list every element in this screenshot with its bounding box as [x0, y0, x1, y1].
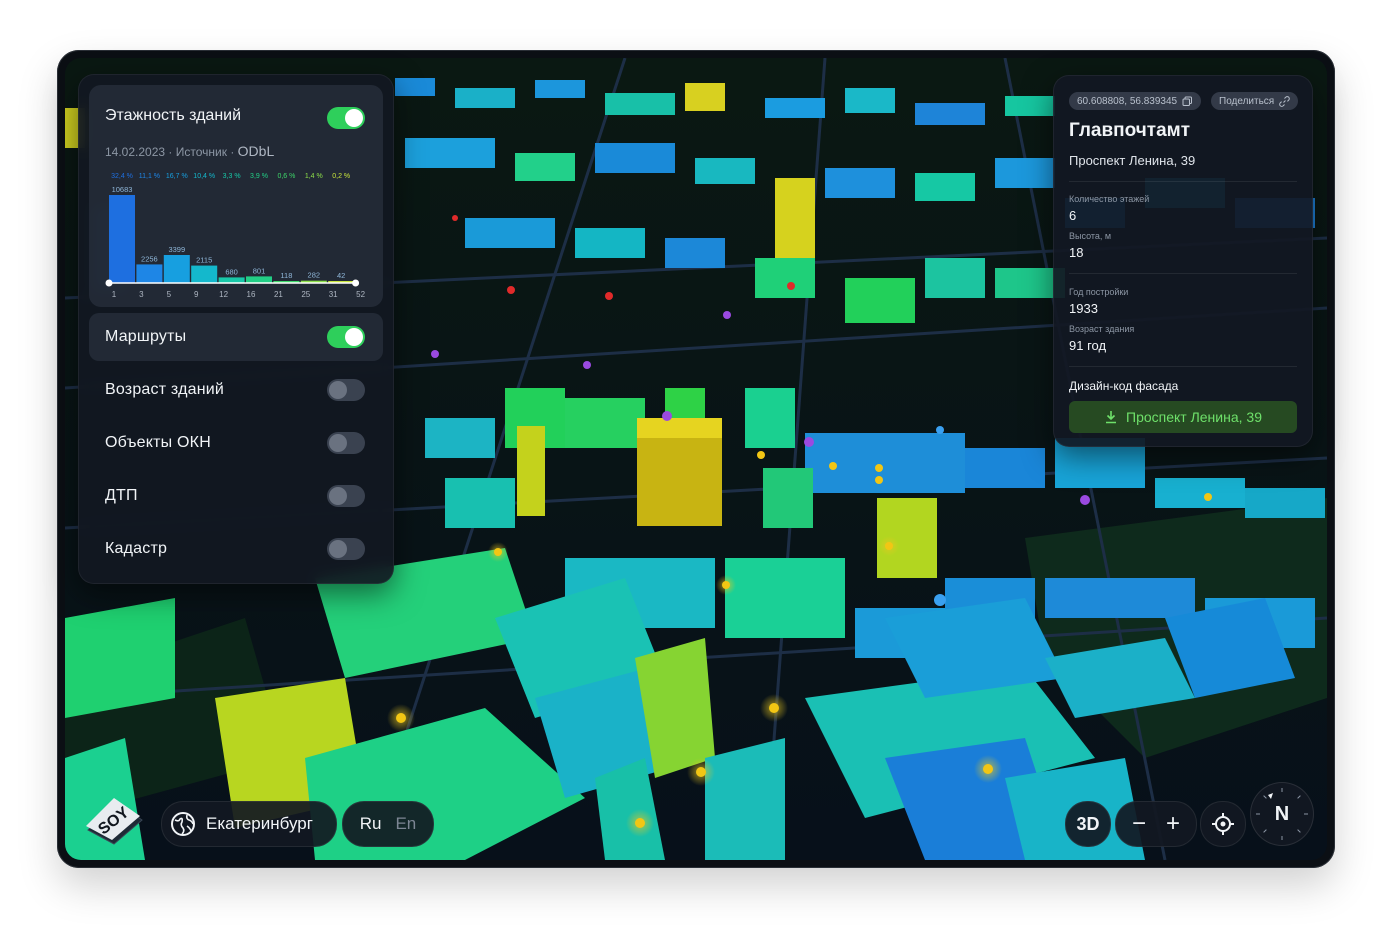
copy-icon: [1182, 96, 1193, 106]
floors-layer-toggle[interactable]: [327, 107, 365, 129]
facade-download-button[interactable]: Проспект Ленина, 39: [1069, 401, 1297, 433]
histogram-percent-label: 16,7 %: [166, 173, 188, 180]
divider: [1069, 366, 1297, 367]
histogram-tick-label: 5: [167, 290, 172, 299]
histogram-bar: [163, 255, 190, 283]
layer-label: Кадастр: [105, 540, 168, 557]
coords-text: 60.608808, 56.839345: [1077, 95, 1178, 107]
facade-button-label: Проспект Ленина, 39: [1126, 409, 1262, 425]
histogram-bar: [218, 277, 245, 283]
locate-button[interactable]: [1200, 801, 1246, 847]
histogram-percent-label: 3,3 %: [223, 173, 241, 180]
floors-histogram: 1068332,4 %225611,1 %339916,7 %211510,4 …: [105, 173, 366, 299]
histogram-range-handle[interactable]: [105, 279, 113, 287]
license-label: ODbL: [237, 143, 275, 159]
floors-layer-card: Этажность зданий 14.02.2023 · Источник ·…: [89, 85, 383, 307]
layers-panel: Этажность зданий 14.02.2023 · Источник ·…: [78, 74, 394, 584]
coords-pill[interactable]: 60.608808, 56.839345: [1069, 92, 1202, 110]
histogram-percent-label: 3,9 %: [250, 173, 268, 180]
histogram-tick-label: 3: [139, 290, 144, 299]
layer-row-dtp[interactable]: ДТП: [89, 472, 383, 520]
floors-value: 6: [1069, 208, 1077, 223]
data-date: 14.02.2023: [105, 145, 166, 159]
layer-row-okn[interactable]: Объекты ОКН: [89, 419, 383, 467]
building-title: Главпочтамт: [1069, 120, 1191, 141]
building-age-toggle[interactable]: [327, 379, 365, 401]
compass-button[interactable]: N: [1250, 782, 1314, 846]
3d-mode-button[interactable]: 3D: [1065, 801, 1111, 847]
height-value: 18: [1069, 245, 1084, 260]
zoom-out-button[interactable]: −: [1132, 810, 1146, 838]
facade-label: Дизайн-код фасада: [1069, 379, 1179, 393]
compass-north-label: N: [1274, 802, 1290, 825]
histogram-percent-label: 0,2 %: [332, 173, 350, 180]
layer-label: ДТП: [105, 487, 138, 504]
share-button[interactable]: Поделиться: [1211, 92, 1299, 110]
height-label: Высота, м: [1069, 231, 1112, 241]
locate-icon: [1212, 813, 1234, 835]
divider: [1069, 181, 1297, 182]
histogram-tick-label: 9: [194, 290, 199, 299]
histogram-tick-label: 16: [247, 290, 256, 299]
histogram-percent-label: 0,6 %: [277, 173, 295, 180]
layer-row-building-age[interactable]: Возраст зданий: [89, 366, 383, 414]
year-value: 1933: [1069, 301, 1098, 316]
histogram-value-label: 2115: [196, 256, 212, 265]
histogram-tick-label: 52: [356, 290, 365, 299]
city-name: Екатеринбург: [206, 814, 313, 833]
layer-row-routes[interactable]: Маршруты: [89, 313, 383, 361]
histogram-value-label: 3399: [168, 245, 185, 254]
histogram-tick-label: 1: [112, 290, 117, 299]
zoom-in-button[interactable]: +: [1166, 810, 1180, 838]
histogram-value-label: 42: [337, 271, 345, 280]
share-label: Поделиться: [1219, 95, 1275, 107]
histogram-percent-label: 1,4 %: [305, 173, 323, 180]
layer-label: Маршруты: [105, 328, 187, 345]
histogram-tick-label: 21: [274, 290, 283, 299]
histogram-value-label: 10683: [112, 185, 133, 194]
globe-icon: [171, 812, 195, 836]
link-icon: [1279, 95, 1290, 107]
age-value: 91 год: [1069, 338, 1107, 353]
cadastre-toggle[interactable]: [327, 538, 365, 560]
histogram-range-handle[interactable]: [352, 279, 360, 287]
source-link[interactable]: Источник: [176, 145, 227, 159]
dtp-toggle[interactable]: [327, 485, 365, 507]
year-label: Год постройки: [1069, 287, 1129, 297]
histogram-bar: [191, 265, 218, 283]
layer-label: Возраст зданий: [105, 381, 225, 398]
histogram-bar: [109, 195, 135, 283]
lang-en[interactable]: En: [395, 814, 416, 834]
layer-label: Объекты ОКН: [105, 434, 211, 451]
building-address: Проспект Ленина, 39: [1069, 153, 1196, 168]
download-icon: [1106, 411, 1116, 424]
age-label: Возраст здания: [1069, 324, 1135, 334]
histogram-tick-label: 12: [219, 290, 228, 299]
histogram-tick-label: 31: [329, 290, 338, 299]
divider: [1069, 273, 1297, 274]
histogram-percent-label: 32,4 %: [111, 173, 133, 180]
soyuz-logo[interactable]: SOY: [82, 796, 148, 846]
histogram-bar: [246, 276, 272, 283]
routes-toggle[interactable]: [327, 326, 365, 348]
lang-ru[interactable]: Ru: [360, 814, 382, 834]
histogram-value-label: 2256: [141, 254, 158, 263]
building-info-panel: 60.608808, 56.839345 Поделиться Главпочт…: [1053, 75, 1313, 447]
floors-layer-title: Этажность зданий: [105, 107, 242, 124]
okn-toggle[interactable]: [327, 432, 365, 454]
zoom-controls: − +: [1115, 801, 1197, 847]
floors-layer-meta: 14.02.2023 · Источник · ODbL: [105, 143, 275, 159]
histogram-value-label: 118: [280, 271, 292, 280]
city-selector-button[interactable]: Екатеринбург: [161, 801, 337, 847]
histogram-percent-label: 10,4 %: [193, 173, 215, 180]
histogram-value-label: 282: [308, 271, 321, 280]
floors-label: Количество этажей: [1069, 194, 1150, 204]
histogram-value-label: 801: [253, 266, 266, 275]
histogram-bar: [136, 264, 163, 283]
language-switcher: Ru En: [342, 801, 434, 847]
histogram-tick-label: 25: [301, 290, 310, 299]
layer-row-cadastre[interactable]: Кадастр: [89, 525, 383, 573]
histogram-percent-label: 11,1 %: [139, 173, 160, 180]
histogram-value-label: 680: [225, 267, 238, 276]
